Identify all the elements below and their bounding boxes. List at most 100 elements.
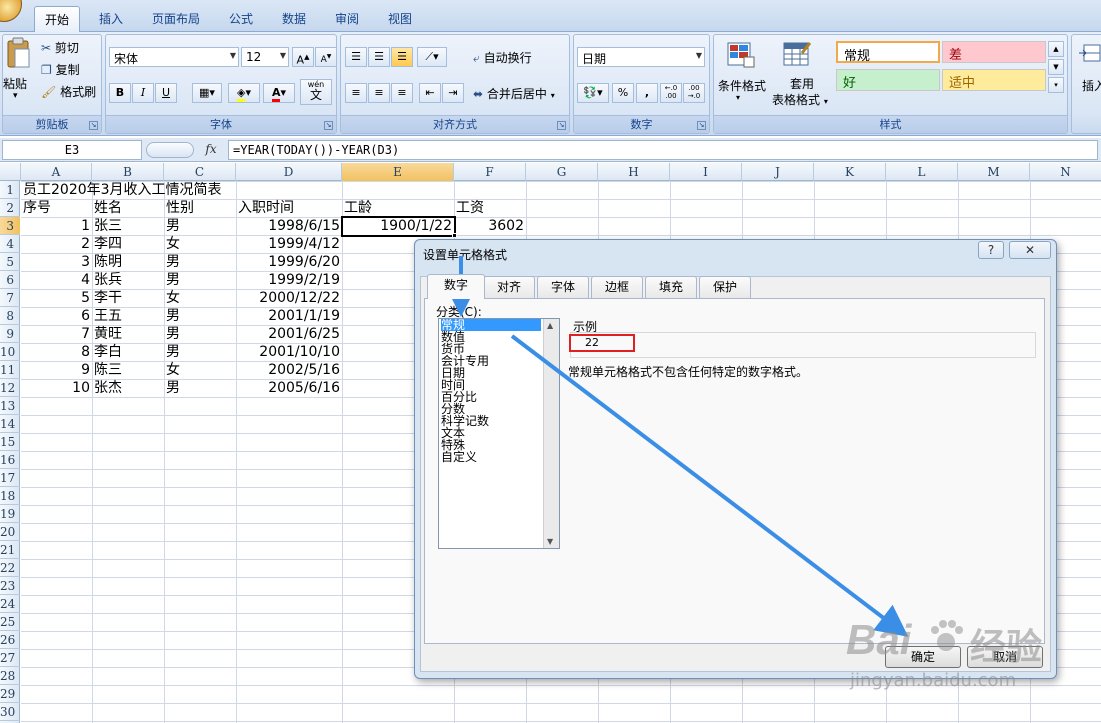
row-header[interactable]: 15 (0, 433, 20, 451)
category-list[interactable]: 常规 数值 货币 会计专用 日期 时间 百分比 分数 科学记数 文本 特殊 自定义 ▲ ▼ (438, 318, 560, 549)
format-painter-button[interactable]: 🖌 格式刷 (41, 83, 96, 100)
copy-button[interactable]: ❐ 复制 (41, 61, 80, 78)
cell-gender[interactable]: 男 (164, 325, 236, 343)
help-button[interactable]: ? (978, 241, 1004, 259)
insert-cells-icon[interactable] (1078, 41, 1101, 65)
cancel-button[interactable]: 取消 (967, 646, 1043, 668)
column-header[interactable]: H (598, 163, 670, 181)
row-header[interactable]: 30 (0, 703, 20, 721)
tab-number[interactable]: 数字 (427, 274, 485, 299)
row-header[interactable]: 6 (0, 271, 20, 289)
tab-view[interactable]: 视图 (378, 6, 422, 32)
italic-button[interactable]: I (132, 83, 154, 103)
style-good[interactable]: 好 (836, 69, 940, 91)
column-header[interactable]: E (342, 163, 454, 181)
row-header[interactable]: 17 (0, 469, 20, 487)
align-top-button[interactable]: ☰ (345, 47, 367, 67)
font-name-combo[interactable]: 宋体 ▼ (109, 47, 239, 67)
column-header[interactable]: I (670, 163, 742, 181)
insert-button[interactable]: 插入 (1082, 77, 1101, 94)
align-left-button[interactable]: ≡ (345, 83, 367, 103)
name-box[interactable]: E3 (2, 140, 142, 160)
styles-more-icon[interactable]: ▾ (1048, 77, 1064, 93)
decrease-decimal-button[interactable]: .00 →.0 (683, 83, 705, 103)
styles-scroll-down-icon[interactable]: ▼ (1048, 59, 1064, 75)
formula-input[interactable]: =YEAR(TODAY())-YEAR(D3) (228, 140, 1098, 160)
cell-hire-date[interactable]: 2002/5/16 (236, 361, 342, 379)
row-header[interactable]: 9 (0, 325, 20, 343)
font-launcher-icon[interactable]: ↘ (324, 121, 333, 130)
row-header[interactable]: 29 (0, 685, 20, 703)
increase-decimal-button[interactable]: ←.0 .00 (660, 83, 682, 103)
tab-alignment[interactable]: 对齐 (483, 276, 535, 298)
table-format-line1[interactable]: 套用 (790, 75, 814, 92)
sheet-title-cell[interactable]: 员工2020年3月收入工情况简表 (21, 181, 222, 199)
cell-name[interactable]: 张三 (92, 217, 164, 235)
increase-indent-button[interactable]: ⇥ (442, 83, 464, 103)
cell-gender[interactable]: 女 (164, 289, 236, 307)
cell-name[interactable]: 王五 (92, 307, 164, 325)
percent-button[interactable]: % (612, 83, 634, 103)
row-header[interactable]: 8 (0, 307, 20, 325)
category-scrollbar[interactable]: ▲ ▼ (543, 319, 559, 548)
formula-bar-splitter[interactable] (146, 142, 194, 158)
number-launcher-icon[interactable]: ↘ (697, 121, 706, 130)
row-header[interactable]: 18 (0, 487, 20, 505)
style-bad[interactable]: 差 (942, 41, 1046, 63)
tab-border[interactable]: 边框 (591, 276, 643, 298)
column-header[interactable]: A (21, 163, 92, 181)
row-header[interactable]: 20 (0, 523, 20, 541)
row-header[interactable]: 3 (0, 217, 20, 235)
row-header[interactable]: 2 (0, 199, 20, 217)
cell-gender[interactable]: 男 (164, 217, 236, 235)
cell-hire-date[interactable]: 2000/12/22 (236, 289, 342, 307)
header-cell-seq[interactable]: 序号 (21, 199, 51, 217)
column-header[interactable]: B (92, 163, 164, 181)
paste-dropdown-icon[interactable]: ▾ (13, 91, 18, 101)
cell-seq[interactable]: 5 (21, 289, 92, 307)
table-format-button[interactable]: 表格格式 ▾ (772, 91, 828, 108)
alignment-launcher-icon[interactable]: ↘ (557, 121, 566, 130)
office-button[interactable] (0, 0, 22, 22)
column-header[interactable]: D (236, 163, 342, 181)
header-cell-hire-date[interactable]: 入职时间 (236, 199, 294, 217)
table-format-icon[interactable] (780, 39, 814, 73)
row-header[interactable]: 13 (0, 397, 20, 415)
cell-gender[interactable]: 男 (164, 253, 236, 271)
conditional-format-button[interactable]: 条件格式 (718, 77, 766, 94)
row-header[interactable]: 25 (0, 613, 20, 631)
style-neutral[interactable]: 适中 (942, 69, 1046, 91)
font-color-button[interactable]: A▾ (263, 83, 295, 103)
column-header[interactable]: F (454, 163, 526, 181)
column-header[interactable]: J (742, 163, 814, 181)
styles-scroll-up-icon[interactable]: ▲ (1048, 41, 1064, 57)
cell-seq[interactable]: 2 (21, 235, 92, 253)
grow-font-button[interactable]: A▲ (292, 47, 314, 67)
cell-seq[interactable]: 10 (21, 379, 92, 397)
cell-seq[interactable]: 9 (21, 361, 92, 379)
cut-button[interactable]: ✂ 剪切 (41, 39, 79, 56)
align-bottom-button[interactable]: ☰ (391, 47, 413, 67)
cell-seq[interactable]: 1 (21, 217, 92, 235)
merge-center-button[interactable]: ⬌ 合并后居中 ▾ (473, 85, 555, 102)
style-normal[interactable]: 常规 (836, 41, 940, 64)
align-right-button[interactable]: ≡ (391, 83, 413, 103)
underline-button[interactable]: U (155, 83, 177, 103)
close-button[interactable]: ✕ (1009, 241, 1051, 259)
row-header[interactable]: 12 (0, 379, 20, 397)
cell-seq[interactable]: 6 (21, 307, 92, 325)
header-cell-gender[interactable]: 性别 (164, 199, 194, 217)
cell-seq[interactable]: 8 (21, 343, 92, 361)
cell-seq[interactable]: 4 (21, 271, 92, 289)
cell-tenure[interactable]: 1900/1/22 (342, 217, 454, 235)
currency-button[interactable]: 💱▾ (577, 83, 609, 103)
phonetic-button[interactable]: wén 文 (300, 79, 332, 105)
cell-gender[interactable]: 女 (164, 361, 236, 379)
cell-gender[interactable]: 男 (164, 379, 236, 397)
cell-hire-date[interactable]: 1999/2/19 (236, 271, 342, 289)
bold-button[interactable]: B (109, 83, 131, 103)
cell-gender[interactable]: 男 (164, 343, 236, 361)
column-header[interactable]: L (886, 163, 958, 181)
tab-page-layout[interactable]: 页面布局 (142, 6, 210, 32)
cell-name[interactable]: 陈三 (92, 361, 164, 379)
